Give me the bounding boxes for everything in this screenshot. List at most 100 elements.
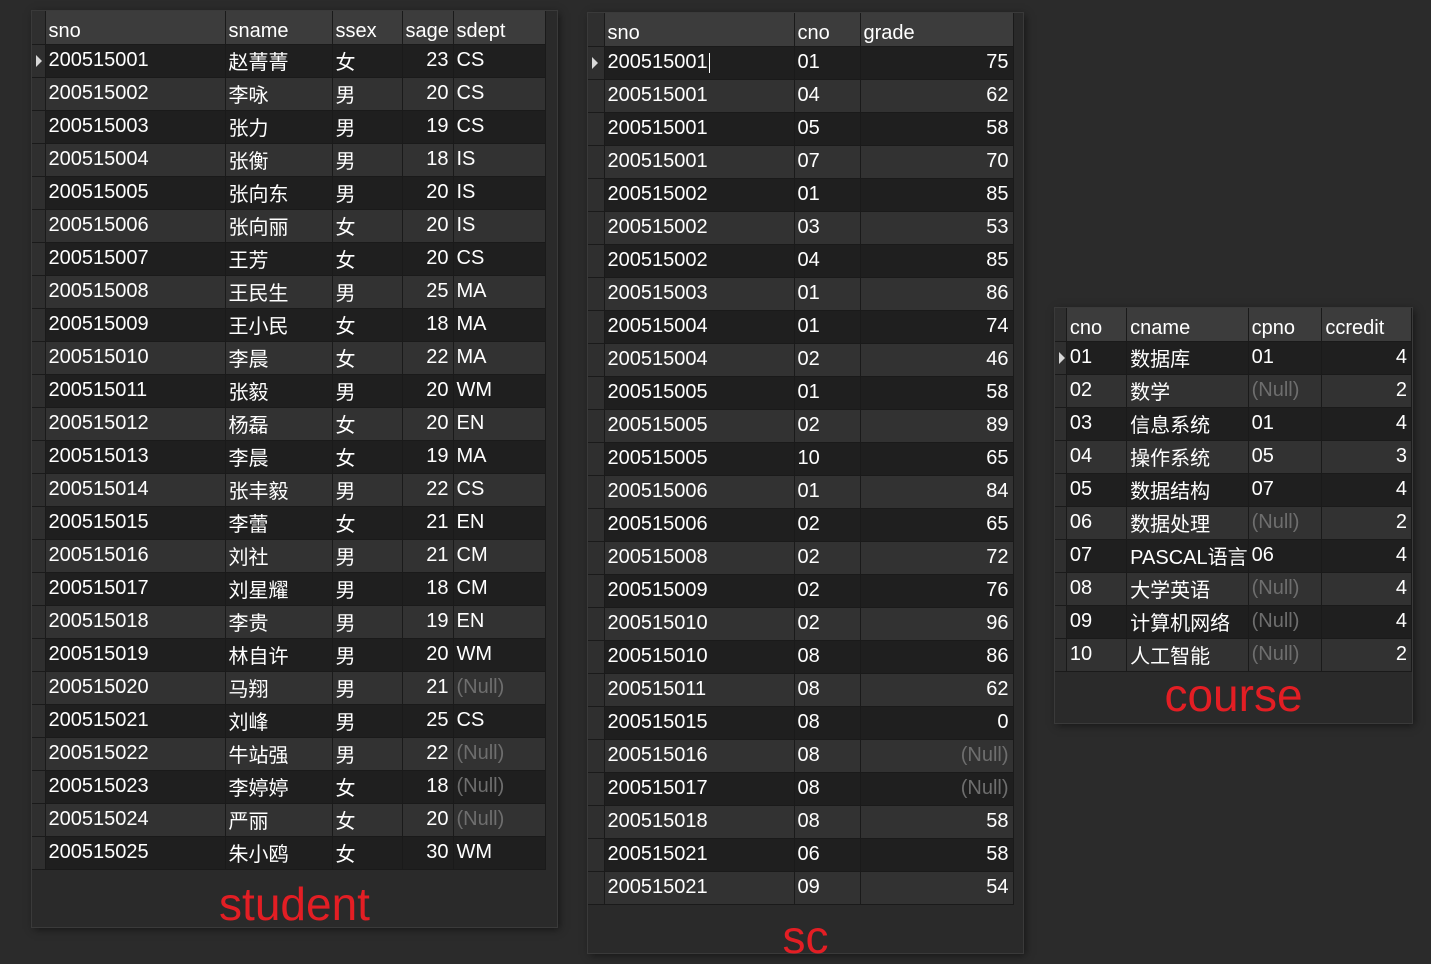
cell-sno[interactable]: 200515002 [45, 77, 226, 111]
cell-sname[interactable]: 张衡 [225, 143, 333, 177]
cell-sno[interactable]: 200515001 [604, 79, 795, 113]
row-indicator[interactable] [32, 275, 46, 309]
cell-sage[interactable]: 25 [402, 704, 454, 738]
table-row[interactable]: 200515001 赵菁菁 女 23 CS [32, 44, 546, 78]
cell-sdept[interactable]: (Null) [453, 671, 546, 705]
cell-sage[interactable]: 22 [402, 341, 454, 375]
cell-cno[interactable]: 08 [794, 640, 861, 674]
cell-cno[interactable]: 04 [794, 244, 861, 278]
cell-sno[interactable]: 200515015 [604, 706, 795, 740]
column-header-ssex[interactable]: ssex [332, 11, 403, 45]
cell-sno[interactable]: 200515007 [45, 242, 226, 276]
cell-sdept[interactable]: CS [453, 704, 546, 738]
cell-sdept[interactable]: MA [453, 341, 546, 375]
cell-cno[interactable]: 08 [794, 739, 861, 773]
table-row[interactable]: 200515021 刘峰 男 25 CS [32, 704, 546, 738]
cell-sno[interactable]: 200515012 [45, 407, 226, 441]
cell-ssex[interactable]: 男 [332, 704, 403, 738]
cell-sname[interactable]: 张向东 [225, 176, 333, 210]
cell-sno[interactable]: 200515019 [45, 638, 226, 672]
row-indicator[interactable] [588, 442, 605, 476]
cell-cpno[interactable]: (Null) [1248, 638, 1323, 672]
cell-grade[interactable]: 86 [860, 277, 1014, 311]
cell-sno[interactable]: 200515021 [604, 838, 795, 872]
table-row[interactable]: 200515004 02 46 [588, 343, 1014, 377]
row-indicator[interactable] [1055, 374, 1067, 408]
cell-ssex[interactable]: 女 [332, 803, 403, 837]
cell-ssex[interactable]: 男 [332, 572, 403, 606]
cell-ssex[interactable]: 男 [332, 737, 403, 771]
row-indicator[interactable] [588, 640, 605, 674]
table-row[interactable]: 200515004 张衡 男 18 IS [32, 143, 546, 177]
cell-cname[interactable]: 数学 [1126, 374, 1249, 408]
cell-sno[interactable]: 200515010 [604, 607, 795, 641]
row-indicator[interactable] [32, 209, 46, 243]
row-indicator[interactable] [32, 341, 46, 375]
cell-ccredit[interactable]: 2 [1321, 374, 1412, 408]
cell-grade[interactable]: 96 [860, 607, 1014, 641]
table-row[interactable]: 200515021 09 54 [588, 871, 1014, 905]
cell-sno[interactable]: 200515014 [45, 473, 226, 507]
cell-grade[interactable]: 84 [860, 475, 1014, 509]
cell-cpno[interactable]: 07 [1248, 473, 1323, 507]
cell-grade[interactable]: 46 [860, 343, 1014, 377]
row-indicator[interactable] [588, 376, 605, 410]
row-indicator[interactable] [588, 838, 605, 872]
cell-grade[interactable]: 58 [860, 112, 1014, 146]
row-indicator[interactable] [1055, 638, 1067, 672]
cell-cno[interactable]: 05 [794, 112, 861, 146]
cell-cno[interactable]: 01 [794, 46, 861, 80]
cell-sname[interactable]: 牛站强 [225, 737, 333, 771]
cell-cno[interactable]: 02 [794, 409, 861, 443]
cell-cname[interactable]: 人工智能 [1126, 638, 1249, 672]
cell-cname[interactable]: 数据结构 [1126, 473, 1249, 507]
cell-ssex[interactable]: 男 [332, 374, 403, 408]
cell-sno[interactable]: 200515004 [45, 143, 226, 177]
row-indicator[interactable] [1055, 506, 1067, 540]
cell-sno[interactable]: 200515021 [604, 871, 795, 905]
table-row[interactable]: 200515001 07 70 [588, 145, 1014, 179]
cell-cno[interactable]: 02 [794, 541, 861, 575]
cell-cno[interactable]: 03 [794, 211, 861, 245]
cell-sdept[interactable]: WM [453, 374, 546, 408]
row-indicator[interactable] [588, 46, 605, 80]
column-header-cname[interactable]: cname [1126, 308, 1249, 342]
cell-ccredit[interactable]: 4 [1321, 341, 1412, 375]
cell-sno[interactable]: 200515002 [604, 178, 795, 212]
row-indicator[interactable] [1055, 572, 1067, 606]
cell-cpno[interactable]: (Null) [1248, 374, 1323, 408]
cell-sno[interactable]: 200515016 [604, 739, 795, 773]
cell-cno[interactable]: 02 [794, 574, 861, 608]
table-row[interactable]: 200515010 08 86 [588, 640, 1014, 674]
cell-sno[interactable]: 200515011 [45, 374, 226, 408]
table-row[interactable]: 200515011 张毅 男 20 WM [32, 374, 546, 408]
cell-cno[interactable]: 06 [1066, 506, 1128, 540]
column-header-sno[interactable]: sno [604, 13, 795, 47]
row-indicator[interactable] [588, 739, 605, 773]
cell-sdept[interactable]: CS [453, 44, 546, 78]
cell-ssex[interactable]: 男 [332, 671, 403, 705]
cell-cno[interactable]: 01 [794, 178, 861, 212]
cell-sno[interactable]: 200515017 [45, 572, 226, 606]
cell-ssex[interactable]: 男 [332, 473, 403, 507]
cell-sno[interactable]: 200515005 [45, 176, 226, 210]
cell-ssex[interactable]: 男 [332, 77, 403, 111]
row-indicator[interactable] [32, 638, 46, 672]
row-indicator[interactable] [588, 673, 605, 707]
cell-sage[interactable]: 21 [402, 671, 454, 705]
table-row[interactable]: 200515021 06 58 [588, 838, 1014, 872]
row-indicator[interactable] [588, 706, 605, 740]
row-indicator[interactable] [1055, 473, 1067, 507]
cell-sname[interactable]: 张丰毅 [225, 473, 333, 507]
cell-cname[interactable]: 操作系统 [1126, 440, 1249, 474]
row-indicator[interactable] [588, 145, 605, 179]
table-row[interactable]: 200515010 李晨 女 22 MA [32, 341, 546, 375]
table-row[interactable]: 200515001 05 58 [588, 112, 1014, 146]
cell-cpno[interactable]: 05 [1248, 440, 1323, 474]
table-row[interactable]: 200515018 李贵 男 19 EN [32, 605, 546, 639]
cell-ssex[interactable]: 男 [332, 605, 403, 639]
table-row[interactable]: 200515005 01 58 [588, 376, 1014, 410]
cell-sdept[interactable]: WM [453, 836, 546, 870]
cell-sdept[interactable]: CM [453, 572, 546, 606]
cell-sno[interactable]: 200515020 [45, 671, 226, 705]
